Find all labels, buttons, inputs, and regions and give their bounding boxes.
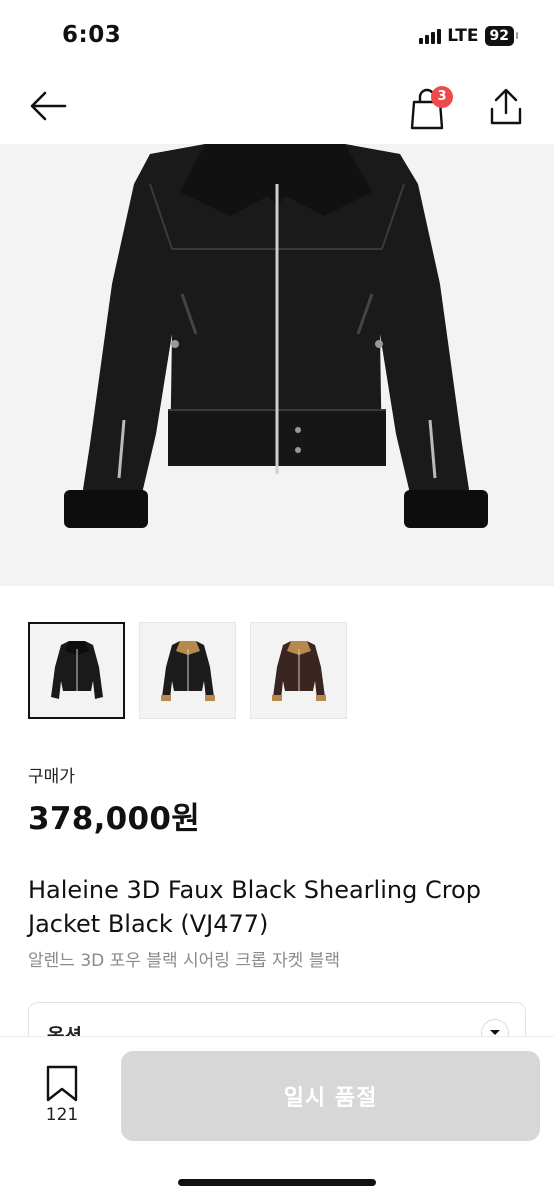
network-label: LTE	[447, 26, 479, 46]
price-value: 378,000원	[28, 801, 201, 837]
thumbnail-brown-camel[interactable]	[250, 622, 347, 719]
product-title: Haleine 3D Faux Black Shearling Crop Jac…	[28, 876, 481, 938]
jacket-image	[64, 144, 488, 528]
soldout-button[interactable]: 일시 품절	[121, 1051, 540, 1141]
product-subtitle: 알렌느 3D 포우 블랙 시어링 크롭 자켓 블랙	[28, 951, 340, 971]
thumbnail-black-camel[interactable]	[139, 622, 236, 719]
cart-count-badge: 3	[431, 86, 453, 108]
wishlist-button[interactable]: 121	[36, 1065, 88, 1129]
nav-bar: 3	[0, 70, 554, 144]
bookmark-icon	[46, 1065, 78, 1102]
product-main-image[interactable]	[0, 144, 554, 586]
status-time: 6:03	[62, 22, 122, 48]
jacket-thumbnail-image	[271, 640, 326, 701]
battery-icon: 92	[484, 26, 519, 46]
price-label: 구매가	[28, 767, 75, 787]
arrow-left-icon	[30, 91, 67, 121]
thumbnail-black-black[interactable]	[28, 622, 125, 719]
signal-icon	[419, 28, 442, 44]
wishlist-count: 121	[45, 1105, 79, 1125]
cart-button[interactable]: 3	[404, 84, 453, 130]
jacket-thumbnail-image	[50, 640, 103, 699]
thumbnail-list	[28, 622, 347, 719]
share-icon	[490, 88, 522, 125]
bottom-action-bar: 121 일시 품절	[0, 1036, 554, 1200]
status-indicators: LTE 92	[419, 26, 519, 46]
status-bar: 6:03 LTE 92	[0, 0, 554, 70]
back-button[interactable]	[26, 86, 70, 126]
home-indicator	[178, 1179, 376, 1186]
jacket-thumbnail-image	[160, 640, 215, 701]
share-button[interactable]	[484, 84, 528, 130]
